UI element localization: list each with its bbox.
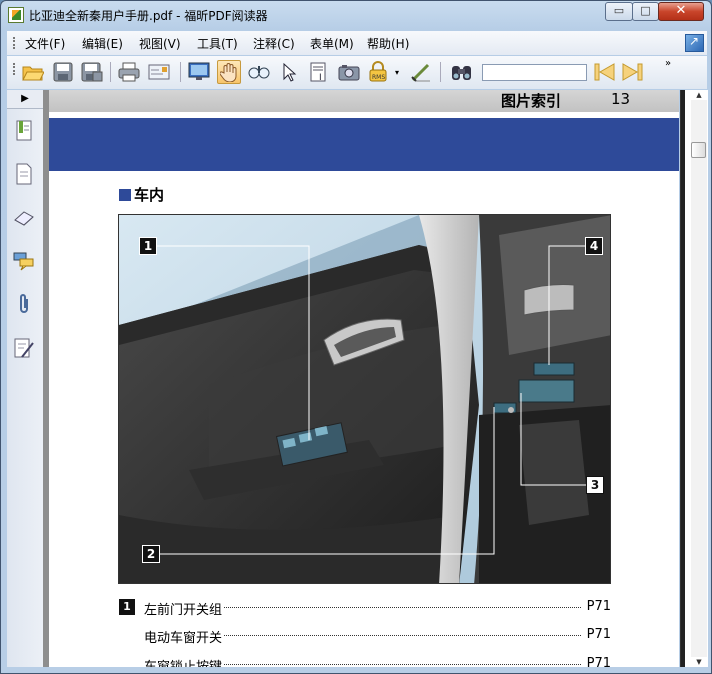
svg-text:I: I [319, 73, 322, 82]
layers-icon[interactable] [13, 207, 35, 229]
pages-icon[interactable] [13, 163, 35, 185]
foxit-app-icon[interactable] [8, 7, 24, 23]
save-icon[interactable] [51, 60, 75, 84]
select-icon[interactable] [277, 60, 301, 84]
app-window: 比亚迪全新秦用户手册.pdf - 福昕PDF阅读器 ▭ □ ✕ 文件(F) 编辑… [0, 0, 712, 674]
document-viewer[interactable]: 图片索引 13 车内 1 2 3 4 1 左前门开关组 P71 电动车窗开关 P… [43, 90, 679, 667]
toolbar-separator [440, 62, 441, 82]
scroll-track[interactable] [691, 100, 707, 657]
attachments-icon[interactable] [13, 293, 35, 315]
pdf-page: 图片索引 13 车内 1 2 3 4 1 左前门开关组 P71 电动车窗开关 P… [49, 90, 679, 667]
vertical-scrollbar[interactable]: ▲ ▼ [680, 90, 708, 667]
scroll-up-button[interactable]: ▲ [691, 90, 707, 100]
close-button[interactable]: ✕ [658, 2, 704, 21]
snapshot-icon[interactable] [337, 60, 361, 84]
svg-text:RMS: RMS [372, 74, 385, 81]
window-title: 比亚迪全新秦用户手册.pdf - 福昕PDF阅读器 [29, 9, 268, 23]
toolbar-grip[interactable] [13, 63, 17, 75]
entry-label: 车窗锁止按键 [144, 656, 225, 667]
print-icon[interactable] [117, 60, 141, 84]
entry-page: P71 [584, 599, 611, 614]
callout-leader-lines [156, 245, 586, 555]
scroll-thumb[interactable] [691, 142, 706, 158]
entry-label: 电动车窗开关 [144, 627, 225, 646]
entry-number: 1 [119, 599, 135, 615]
entry-page: P71 [584, 656, 611, 667]
fullscreen-icon[interactable] [187, 60, 211, 84]
email-icon[interactable] [147, 60, 171, 84]
signatures-icon[interactable] [13, 337, 35, 359]
open-icon[interactable] [21, 60, 45, 84]
index-entry[interactable]: 1 左前门开关组 P71 [119, 599, 611, 618]
entry-page: P71 [584, 627, 611, 642]
zoom-tool-icon[interactable] [247, 60, 271, 84]
section-title-text: 车内 [134, 186, 165, 204]
rms-dropdown-icon[interactable]: ▾ [392, 60, 402, 84]
prev-result-icon[interactable] [592, 60, 616, 84]
scroll-down-button[interactable]: ▼ [691, 657, 707, 667]
save-as-icon[interactable] [80, 60, 104, 84]
maximize-button[interactable]: □ [632, 2, 659, 21]
menu-edit[interactable]: 编辑(E) [82, 35, 123, 52]
next-result-icon[interactable] [621, 60, 645, 84]
minimize-button[interactable]: ▭ [605, 2, 633, 21]
hand-tool-icon[interactable] [217, 60, 241, 84]
section-title: 车内 [119, 184, 164, 205]
find-icon[interactable] [450, 60, 474, 84]
callout-2: 2 [142, 545, 160, 563]
menu-grip[interactable] [13, 37, 17, 49]
comments-icon[interactable] [13, 250, 35, 272]
car-interior-photo: 1 2 3 4 [118, 214, 611, 584]
page-header-title: 图片索引 [501, 92, 562, 110]
toolbar: I RMS ▾ » [7, 56, 707, 89]
navigation-panel: ▶ [7, 90, 44, 667]
callout-3: 3 [586, 476, 604, 494]
menu-comment[interactable]: 注释(C) [253, 35, 295, 52]
search-input[interactable] [482, 64, 587, 81]
update-icon[interactable] [685, 34, 704, 52]
bookmarks-icon[interactable] [13, 120, 35, 142]
menu-form[interactable]: 表单(M) [310, 35, 354, 52]
section-marker [119, 189, 131, 201]
toolbar-overflow-icon[interactable]: » [665, 58, 671, 69]
page-number: 13 [611, 90, 631, 108]
menu-tools[interactable]: 工具(T) [197, 35, 238, 52]
header-band [49, 118, 679, 171]
panel-toggle-button[interactable]: ▶ [7, 90, 43, 109]
page-header: 图片索引 13 [49, 90, 679, 115]
scrollbar-edge [681, 90, 685, 667]
rms-icon[interactable]: RMS [367, 60, 391, 84]
menu-file[interactable]: 文件(F) [25, 35, 65, 52]
callout-4: 4 [585, 237, 603, 255]
entry-label: 左前门开关组 [144, 599, 225, 618]
menu-help[interactable]: 帮助(H) [367, 35, 409, 52]
callout-1: 1 [139, 237, 157, 255]
toolbar-separator [110, 62, 111, 82]
sign-icon[interactable] [409, 60, 433, 84]
menu-bar: 文件(F) 编辑(E) 视图(V) 工具(T) 注释(C) 表单(M) 帮助(H… [7, 31, 707, 55]
toolbar-separator [180, 62, 181, 82]
text-select-icon[interactable]: I [307, 60, 331, 84]
menu-view[interactable]: 视图(V) [139, 35, 181, 52]
title-bar[interactable]: 比亚迪全新秦用户手册.pdf - 福昕PDF阅读器 ▭ □ ✕ [1, 1, 711, 29]
